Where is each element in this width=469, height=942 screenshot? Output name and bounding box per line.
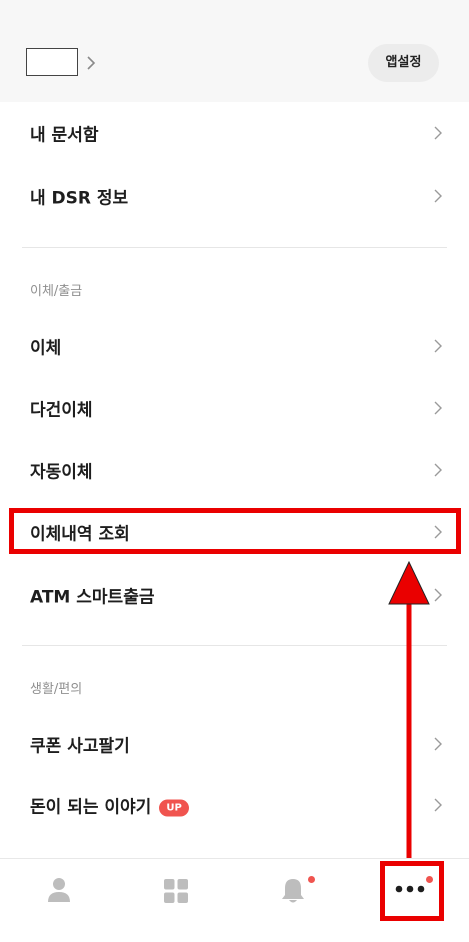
section-divider <box>22 645 447 646</box>
menu-item-label: 이체 <box>30 338 62 359</box>
menu-item-label: 내 문서함 <box>30 125 99 146</box>
menu-item-text: 돈이 되는 이야기 <box>30 797 152 818</box>
menu-item-label: 자동이체 <box>30 462 93 483</box>
chevron-right-icon <box>434 525 442 539</box>
chevron-right-icon <box>434 401 442 415</box>
more-dots-icon <box>395 885 425 893</box>
menu-item-auto-transfer[interactable]: 자동이체 <box>0 440 469 500</box>
menu-item-coupon[interactable]: 쿠폰 사고팔기 <box>0 714 469 774</box>
grid-icon <box>164 879 188 903</box>
menu-item-label: 돈이 되는 이야기 UP <box>30 793 189 818</box>
menu-item-label: 다건이체 <box>30 400 93 421</box>
chevron-right-icon <box>434 737 442 751</box>
chevron-right-icon <box>434 588 442 602</box>
header: 앱설정 <box>0 0 469 102</box>
menu-item-label: 내 DSR 정보 <box>30 188 129 209</box>
chevron-right-icon <box>434 339 442 353</box>
nav-more[interactable] <box>351 859 468 942</box>
up-badge: UP <box>159 799 189 817</box>
account-name-box[interactable] <box>26 48 78 76</box>
section-divider <box>22 247 447 248</box>
section-title-transfer: 이체/출금 <box>30 284 83 299</box>
menu-item-money-story[interactable]: 돈이 되는 이야기 UP <box>0 775 469 835</box>
menu-item-transfer[interactable]: 이체 <box>0 316 469 376</box>
menu-item-label: ATM 스마트출금 <box>30 587 155 608</box>
menu-item-transfer-history[interactable]: 이체내역 조회 <box>0 502 469 562</box>
chevron-right-icon <box>434 463 442 477</box>
section-title-life: 생활/편의 <box>30 682 83 697</box>
bottom-nav <box>0 858 469 942</box>
chevron-right-icon <box>434 189 442 203</box>
menu-item-multi-transfer[interactable]: 다건이체 <box>0 378 469 438</box>
menu-item-my-documents[interactable]: 내 문서함 <box>0 103 469 163</box>
chevron-right-icon <box>434 798 442 812</box>
menu-item-my-dsr[interactable]: 내 DSR 정보 <box>0 166 469 226</box>
chevron-right-icon[interactable] <box>84 54 98 72</box>
nav-notifications[interactable] <box>234 859 351 942</box>
person-icon <box>48 878 70 902</box>
notification-dot <box>308 876 315 883</box>
bell-icon <box>282 879 304 903</box>
nav-profile[interactable] <box>0 859 117 942</box>
chevron-right-icon <box>434 126 442 140</box>
notification-dot <box>426 876 433 883</box>
menu-item-label: 쿠폰 사고팔기 <box>30 736 130 757</box>
app-settings-button[interactable]: 앱설정 <box>368 44 439 82</box>
menu-item-label: 이체내역 조회 <box>30 524 130 545</box>
nav-menu-grid[interactable] <box>117 859 234 942</box>
menu-item-atm-smart-withdraw[interactable]: ATM 스마트출금 <box>0 565 469 625</box>
